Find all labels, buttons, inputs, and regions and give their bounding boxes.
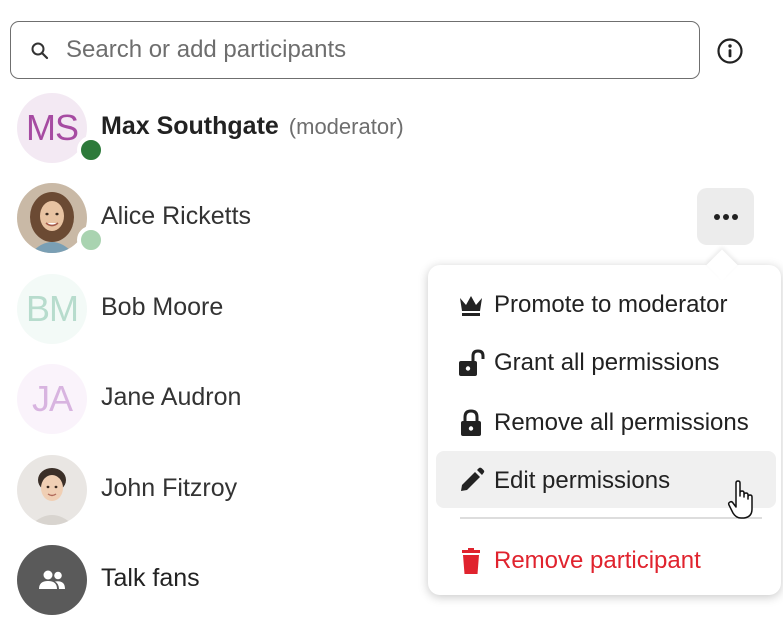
avatar-initials: JA: [31, 378, 73, 419]
avatar: [17, 545, 87, 615]
participant-name: Max Southgate: [101, 112, 279, 140]
search-icon: [31, 42, 49, 60]
lock-icon: [461, 409, 481, 436]
search-input[interactable]: [66, 30, 666, 70]
participant-name: Jane Audron: [101, 383, 242, 411]
crown-icon: [460, 296, 482, 316]
avatar: BM: [17, 274, 87, 344]
participant-item[interactable]: Talk fans: [0, 545, 420, 624]
menu-item-label: Promote to moderator: [494, 291, 728, 318]
avatar-initials: BM: [26, 288, 79, 329]
menu-separator: [460, 517, 762, 519]
participant-name: Alice Ricketts: [101, 202, 252, 230]
participant-item[interactable]: MS Max Southgate (moderator): [0, 93, 420, 173]
participant-item[interactable]: Alice Ricketts: [0, 183, 420, 263]
menu-item-promote-to-moderator[interactable]: Promote to moderator: [436, 275, 776, 332]
menu-item-grant-all-permissions[interactable]: Grant all permissions: [436, 333, 776, 390]
lock-open-icon: [459, 349, 485, 376]
participant-item[interactable]: John Fitzroy: [0, 455, 420, 535]
pencil-icon: [461, 467, 485, 491]
avatar: [17, 183, 105, 254]
avatar-initials: MS: [26, 107, 79, 148]
info-button[interactable]: [715, 36, 745, 66]
search-box[interactable]: [10, 21, 700, 79]
participant-actions-menu: Promote to moderator Grant all permissio…: [428, 249, 781, 595]
trash-icon: [462, 548, 480, 574]
more-horizontal-icon: [713, 213, 738, 220]
menu-item-edit-permissions[interactable]: Edit permissions: [436, 451, 776, 508]
participant-role: (moderator): [288, 114, 404, 139]
menu-item-label: Edit permissions: [494, 467, 671, 494]
menu-item-remove-participant[interactable]: Remove participant: [436, 531, 776, 588]
menu-item-label: Remove all permissions: [494, 409, 749, 436]
participant-actions-button[interactable]: [697, 188, 754, 245]
menu-item-label: Remove participant: [494, 547, 701, 574]
info-icon: [717, 38, 743, 64]
avatar: JA: [17, 364, 87, 434]
participant-name: Talk fans: [101, 564, 200, 592]
menu-item-remove-all-permissions[interactable]: Remove all permissions: [436, 393, 776, 450]
group-icon: [39, 570, 65, 589]
participant-item[interactable]: JA Jane Audron: [0, 364, 420, 444]
avatar: MS: [17, 93, 105, 164]
participant-name: Bob Moore: [101, 293, 224, 321]
avatar-photo: [17, 455, 87, 525]
participant-item[interactable]: BM Bob Moore: [0, 274, 420, 354]
participant-name: John Fitzroy: [101, 474, 238, 502]
menu-item-label: Grant all permissions: [494, 349, 720, 376]
avatar: [17, 455, 87, 525]
